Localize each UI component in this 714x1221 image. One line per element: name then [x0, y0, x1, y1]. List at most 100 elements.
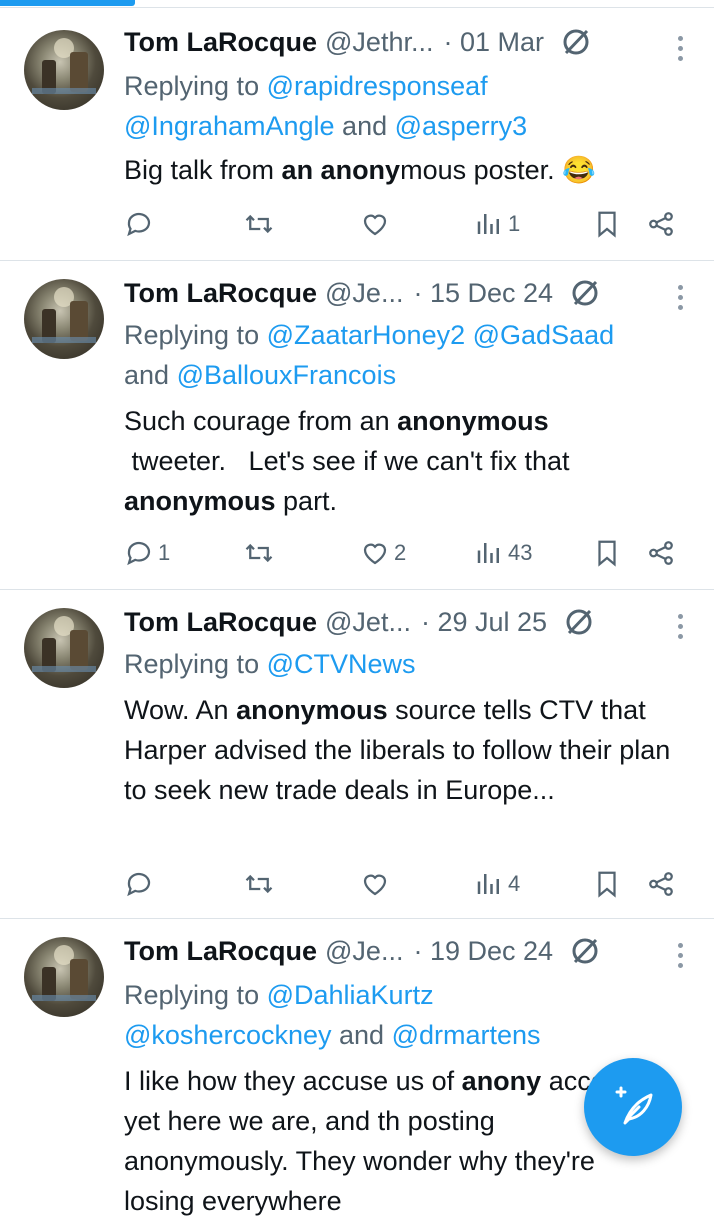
retweet-button[interactable] [244, 535, 278, 571]
mention-link[interactable]: @asperry3 [395, 111, 527, 141]
avatar[interactable] [24, 608, 104, 688]
tweet-date[interactable]: · 29 Jul 25 [421, 607, 547, 638]
body-highlight: anonymous [397, 406, 549, 436]
more-icon[interactable] [676, 943, 684, 973]
compose-button[interactable] [584, 1058, 682, 1156]
share-icon [649, 212, 673, 236]
retweet-button[interactable] [244, 866, 278, 902]
avatar[interactable] [24, 30, 104, 110]
bookmark-button[interactable] [592, 866, 622, 902]
replying-to-label: Replying to [124, 980, 267, 1010]
grok-icon[interactable] [569, 935, 601, 967]
like-button[interactable]: 2 [360, 535, 406, 571]
tweet-header: Tom LaRocque @Je... · 15 Dec 24 [124, 273, 694, 313]
reply-button[interactable] [124, 866, 158, 902]
replying-to-label: Replying to [124, 649, 267, 679]
bookmark-icon [598, 871, 616, 898]
author-name[interactable]: Tom LaRocque [124, 27, 317, 58]
retweet-icon [245, 874, 273, 894]
author-handle[interactable]: @Je... [325, 278, 403, 309]
tweet-body[interactable]: Such courage from an anonymous tweeter. … [124, 401, 694, 521]
retweet-button[interactable] [244, 206, 278, 242]
author-name[interactable]: Tom LaRocque [124, 936, 317, 967]
author-name[interactable]: Tom LaRocque [124, 607, 317, 638]
author-handle[interactable]: @Jethr... [325, 27, 433, 58]
body-text: tweeter. Let's see if we can't fix that [124, 446, 578, 476]
like-button[interactable] [360, 206, 394, 242]
author-handle[interactable]: @Je... [325, 936, 403, 967]
mention-link[interactable]: @DahliaKurtz [267, 980, 434, 1010]
share-button[interactable] [646, 206, 676, 242]
body-highlight: an anony [281, 155, 401, 185]
tweet-body[interactable]: I like how they accuse us of anony accou… [124, 1061, 666, 1221]
replying-to: Replying to @rapidresponseaf @IngrahamAn… [124, 66, 674, 146]
body-highlight: anony [461, 1066, 542, 1096]
tweet-header: Tom LaRocque @Jethr... · 01 Mar [124, 22, 694, 62]
more-icon[interactable] [676, 614, 684, 644]
action-bar: 1 [124, 206, 684, 242]
body-text: part. [275, 486, 338, 516]
mention-link[interactable]: @IngrahamAngle [124, 111, 335, 141]
active-tab-indicator [0, 0, 135, 6]
views-count: 4 [508, 871, 521, 896]
mention-link[interactable]: @rapidresponseaf [267, 71, 488, 101]
tweet-header: Tom LaRocque @Jet... · 29 Jul 25 [124, 602, 694, 642]
views-count: 43 [508, 540, 533, 565]
retweet-icon [245, 543, 273, 563]
views-count: 1 [508, 211, 521, 236]
replying-to-label: Replying to [124, 320, 267, 350]
views-button[interactable]: 1 [474, 206, 520, 242]
action-bar: 4 [124, 866, 684, 902]
tweet[interactable]: Tom LaRocque @Jethr... · 01 Mar Replying… [0, 8, 714, 261]
views-icon [477, 874, 499, 894]
bookmark-button[interactable] [592, 535, 622, 571]
joiner-text: and [342, 111, 388, 141]
body-text: Such courage from an [124, 406, 398, 436]
more-icon[interactable] [676, 285, 684, 315]
views-button[interactable]: 43 [474, 535, 532, 571]
body-text: Wow. An [124, 695, 237, 725]
mention-link[interactable]: @CTVNews [267, 649, 416, 679]
mention-link[interactable]: @ZaatarHoney2 [267, 320, 466, 350]
retweet-icon [245, 214, 273, 234]
share-button[interactable] [646, 535, 676, 571]
body-highlight: anonymous [124, 486, 276, 516]
share-icon [649, 541, 673, 565]
grok-icon[interactable] [560, 26, 592, 58]
bookmark-button[interactable] [592, 206, 622, 242]
mention-link[interactable]: @koshercockney [124, 1020, 332, 1050]
views-button[interactable]: 4 [474, 866, 520, 902]
more-icon[interactable] [676, 36, 684, 66]
tweet-body[interactable]: Big talk from an anonymous poster. 😂 [124, 150, 694, 190]
tweet-body[interactable]: Wow. An anonymous source tells CTV that … [124, 690, 684, 810]
like-button[interactable] [360, 866, 394, 902]
grok-icon[interactable] [563, 606, 595, 638]
author-handle[interactable]: @Jet... [325, 607, 411, 638]
replying-to: Replying to @CTVNews [124, 644, 674, 684]
tweet-date[interactable]: · 01 Mar [443, 27, 544, 58]
tweet[interactable]: Tom LaRocque @Je... · 15 Dec 24 Replying… [0, 261, 714, 590]
mention-link[interactable]: @drmartens [392, 1020, 541, 1050]
avatar[interactable] [24, 937, 104, 1017]
reply-count: 1 [158, 540, 171, 565]
mention-link[interactable]: @BallouxFrancois [177, 360, 397, 390]
compose-icon [615, 1086, 653, 1125]
tweet-date[interactable]: · 19 Dec 24 [413, 936, 553, 967]
reply-icon [127, 872, 151, 897]
joiner-text: and [124, 360, 170, 390]
tweet[interactable]: Tom LaRocque @Jet... · 29 Jul 25 Replyin… [0, 590, 714, 919]
tweet-date[interactable]: · 15 Dec 24 [413, 278, 553, 309]
reply-icon [127, 541, 151, 566]
reply-icon [127, 212, 151, 237]
heart-icon [363, 214, 387, 236]
avatar[interactable] [24, 279, 104, 359]
reply-button[interactable]: 1 [124, 535, 170, 571]
reply-button[interactable] [124, 206, 158, 242]
body-text: I like how they accuse us of [124, 1066, 462, 1096]
joiner-text: and [339, 1020, 385, 1050]
author-name[interactable]: Tom LaRocque [124, 278, 317, 309]
grok-icon[interactable] [569, 277, 601, 309]
mention-link[interactable]: @GadSaad [473, 320, 615, 350]
replying-to: Replying to @ZaatarHoney2 @GadSaad and @… [124, 315, 694, 395]
share-button[interactable] [646, 866, 676, 902]
